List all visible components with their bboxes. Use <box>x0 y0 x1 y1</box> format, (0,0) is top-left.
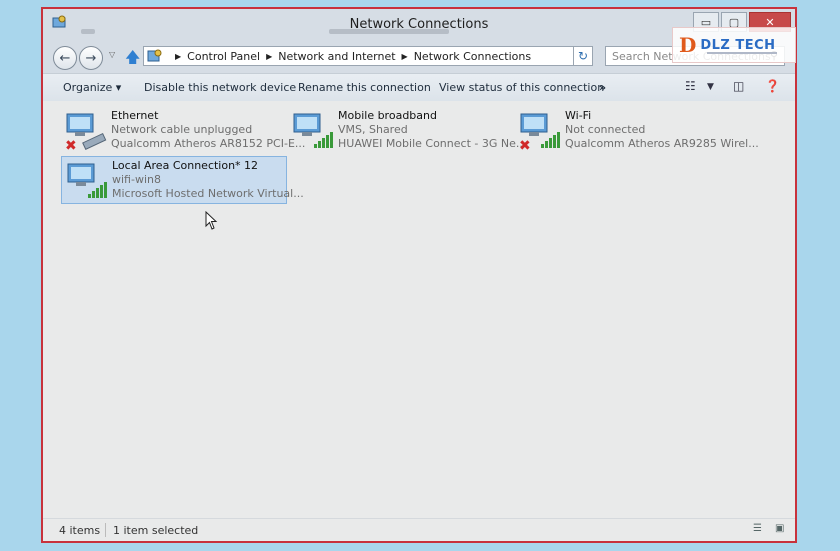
signal-bars-icon <box>541 132 560 148</box>
breadcrumb-network-and-internet[interactable]: Network and Internet <box>278 50 395 63</box>
control-panel-icon <box>147 49 162 62</box>
explorer-window: Network Connections ▭ ▢ ✕ ← → ▽ 🡅 ▶ Cont… <box>41 7 797 543</box>
connection-name: Ethernet <box>111 109 159 122</box>
view-dropdown-icon[interactable]: ▼ <box>707 82 714 92</box>
details-view-icon[interactable]: ☰ <box>753 523 767 535</box>
status-divider <box>105 523 106 537</box>
breadcrumb-separator-icon: ▶ <box>175 51 182 61</box>
up-button[interactable]: 🡅 <box>125 47 140 72</box>
back-arrow-icon: ← <box>59 50 71 66</box>
error-x-icon: ✖ <box>65 138 77 152</box>
help-icon[interactable]: ❓ <box>765 79 780 93</box>
error-x-icon: ✖ <box>519 138 531 152</box>
breadcrumb-separator-icon: ▶ <box>401 51 408 61</box>
connection-wifi[interactable]: ✖ Wi-Fi Not connected Qualcomm Atheros A… <box>515 107 759 155</box>
connection-device: Qualcomm Atheros AR9285 Wirel... <box>565 137 759 150</box>
connection-device: HUAWEI Mobile Connect - 3G Ne... <box>338 137 527 150</box>
connection-ethernet[interactable]: ✖ Ethernet Network cable unplugged Qualc… <box>61 107 305 155</box>
breadcrumb-control-panel[interactable]: Control Panel <box>187 50 260 63</box>
connection-device: Qualcomm Atheros AR8152 PCI-E... <box>111 137 306 150</box>
breadcrumb-separator-icon: ▶ <box>266 51 273 61</box>
signal-bars-icon <box>88 182 107 198</box>
more-commands-button[interactable]: » <box>599 81 606 94</box>
brand-name: DLZ TECH <box>700 37 776 53</box>
brand-logo-icon: D <box>679 33 697 57</box>
connection-device: Microsoft Hosted Network Virtual... <box>112 187 304 200</box>
brand-tagline-blur <box>707 52 777 54</box>
connection-name: Mobile broadband <box>338 109 437 122</box>
command-bar: Organize ▾ Disable this network device R… <box>43 73 795 102</box>
organize-menu[interactable]: Organize ▾ <box>63 81 121 94</box>
brand-watermark: D DLZ TECH <box>672 27 796 63</box>
refresh-icon: ↻ <box>577 49 589 63</box>
connection-local-area-12[interactable]: Local Area Connection* 12 wifi-win8 Micr… <box>61 156 304 204</box>
hosted-network-icon <box>67 163 107 198</box>
back-button[interactable]: ← <box>53 46 77 70</box>
forward-arrow-icon: → <box>85 50 97 66</box>
item-count: 4 items <box>59 524 101 537</box>
large-icons-view-icon[interactable]: ▣ <box>775 523 789 535</box>
change-view-icon[interactable]: ☷ <box>685 79 696 93</box>
connection-name: Local Area Connection* 12 <box>112 159 259 172</box>
connection-status: VMS, Shared <box>338 123 408 136</box>
refresh-button[interactable]: ↻ <box>573 46 593 66</box>
connection-name: Wi-Fi <box>565 109 592 122</box>
forward-button[interactable]: → <box>79 46 103 70</box>
mouse-cursor-icon <box>205 211 218 230</box>
up-arrow-icon: 🡅 <box>125 48 141 66</box>
mobile-broadband-icon <box>293 113 333 148</box>
wifi-adapter-icon: ✖ <box>519 113 560 152</box>
selection-count: 1 item selected <box>113 524 199 537</box>
breadcrumb-network-connections[interactable]: Network Connections <box>414 50 531 63</box>
connection-status: wifi-win8 <box>112 173 161 186</box>
rename-connection-button[interactable]: Rename this connection <box>298 81 431 94</box>
disable-device-button[interactable]: Disable this network device <box>144 81 296 94</box>
connections-list: ✖ Ethernet Network cable unplugged Qualc… <box>43 101 795 519</box>
preview-pane-icon[interactable]: ◫ <box>733 79 744 93</box>
address-bar[interactable]: ▶ Control Panel ▶ Network and Internet ▶… <box>143 46 593 66</box>
connection-status: Not connected <box>565 123 646 136</box>
connection-status: Network cable unplugged <box>111 123 253 136</box>
status-bar: 4 items 1 item selected ☰ ▣ <box>43 518 795 541</box>
signal-bars-icon <box>314 132 333 148</box>
connection-mobile-broadband[interactable]: Mobile broadband VMS, Shared HUAWEI Mobi… <box>288 107 526 155</box>
view-status-button[interactable]: View status of this connection <box>439 81 604 94</box>
recent-locations-button[interactable]: ▽ <box>109 50 115 59</box>
ethernet-adapter-icon: ✖ <box>65 113 107 152</box>
